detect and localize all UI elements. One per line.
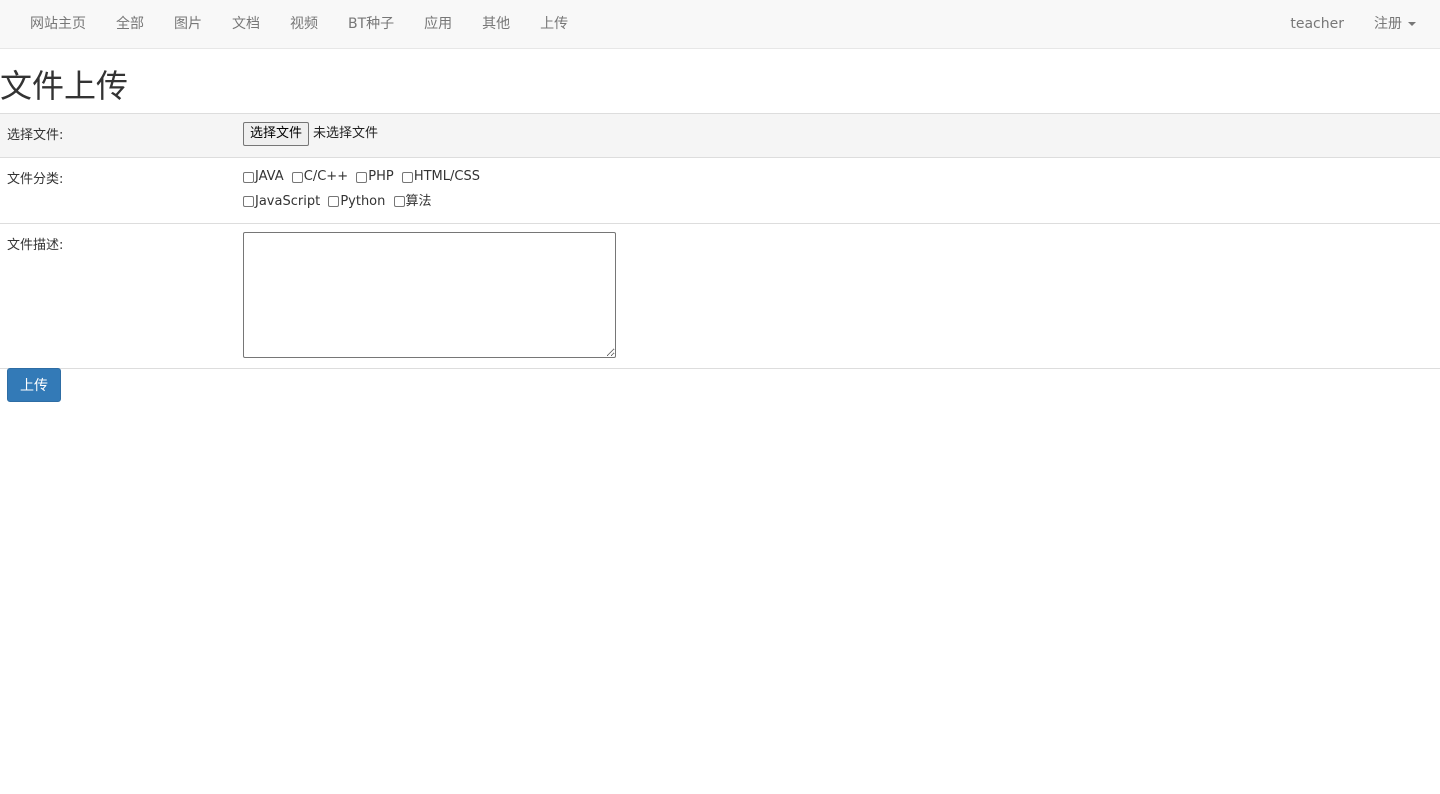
nav-upload[interactable]: 上传 [525, 0, 583, 49]
file-status-text: 未选择文件 [313, 126, 379, 141]
page-title: 文件上传 [0, 67, 129, 105]
nav-other[interactable]: 其他 [467, 0, 525, 49]
description-cell [236, 223, 1440, 369]
nav-documents[interactable]: 文档 [217, 0, 275, 49]
file-row: 选择文件: 选择文件 未选择文件 [0, 113, 1440, 158]
choose-file-button[interactable]: 选择文件 [243, 122, 310, 146]
checkbox-htmlcss[interactable] [401, 171, 413, 183]
category-php-label: PHP [368, 169, 394, 184]
category-option-cpp[interactable]: C/C++ [291, 166, 349, 188]
description-textarea[interactable] [243, 232, 616, 358]
checkbox-algorithm[interactable] [393, 196, 405, 207]
checkbox-cpp[interactable] [291, 171, 303, 183]
category-label: 文件分类: [0, 157, 236, 224]
category-options: JAVA C/C++ PHP HTML/CSS JavaScript Pytho… [236, 157, 1440, 224]
caret-down-icon [1408, 22, 1416, 26]
checkbox-java[interactable] [243, 171, 254, 183]
nav-videos[interactable]: 视频 [275, 0, 333, 49]
nav-register-dropdown[interactable]: 注册 [1359, 0, 1431, 49]
category-line-2: JavaScript Python 算法 [243, 191, 1433, 216]
nav-torrents[interactable]: BT种子 [333, 0, 409, 49]
nav-all[interactable]: 全部 [101, 0, 159, 49]
nav-apps[interactable]: 应用 [409, 0, 467, 49]
nav-right: teacher 注册 [1275, 0, 1431, 49]
file-input-cell: 选择文件 未选择文件 [236, 113, 1440, 158]
category-option-python[interactable]: Python [328, 191, 385, 213]
category-option-javascript[interactable]: JavaScript [243, 191, 320, 213]
file-label: 选择文件: [0, 113, 236, 158]
category-option-php[interactable]: PHP [356, 166, 394, 188]
nav-left: 网站主页 全部 图片 文档 视频 BT种子 应用 其他 上传 [15, 0, 583, 49]
navbar: 网站主页 全部 图片 文档 视频 BT种子 应用 其他 上传 teacher 注… [0, 0, 1440, 49]
checkbox-javascript[interactable] [243, 196, 254, 207]
category-javascript-label: JavaScript [255, 193, 321, 209]
category-htmlcss-label: HTML/CSS [413, 169, 480, 184]
category-python-label: Python [340, 193, 386, 209]
upload-submit-button[interactable]: 上传 [7, 368, 61, 402]
upload-form-table: 选择文件: 选择文件 未选择文件 文件分类: JAVA C/C++ PHP HTM… [0, 113, 1440, 369]
category-option-java[interactable]: JAVA [243, 166, 284, 188]
nav-home[interactable]: 网站主页 [15, 0, 101, 49]
category-cpp-label: C/C++ [303, 169, 349, 184]
nav-register-label: 注册 [1374, 16, 1402, 32]
nav-user[interactable]: teacher [1275, 0, 1359, 49]
category-line-1: JAVA C/C++ PHP HTML/CSS [243, 166, 1433, 191]
category-algorithm-label: 算法 [405, 193, 432, 209]
category-java-label: JAVA [255, 169, 284, 184]
category-option-htmlcss[interactable]: HTML/CSS [401, 166, 480, 188]
checkbox-php[interactable] [356, 171, 368, 183]
nav-images[interactable]: 图片 [159, 0, 217, 49]
description-row: 文件描述: [0, 223, 1440, 369]
category-option-algorithm[interactable]: 算法 [393, 191, 432, 213]
description-label: 文件描述: [0, 223, 236, 369]
category-row: 文件分类: JAVA C/C++ PHP HTML/CSS JavaScript… [0, 157, 1440, 224]
checkbox-python[interactable] [328, 196, 340, 207]
